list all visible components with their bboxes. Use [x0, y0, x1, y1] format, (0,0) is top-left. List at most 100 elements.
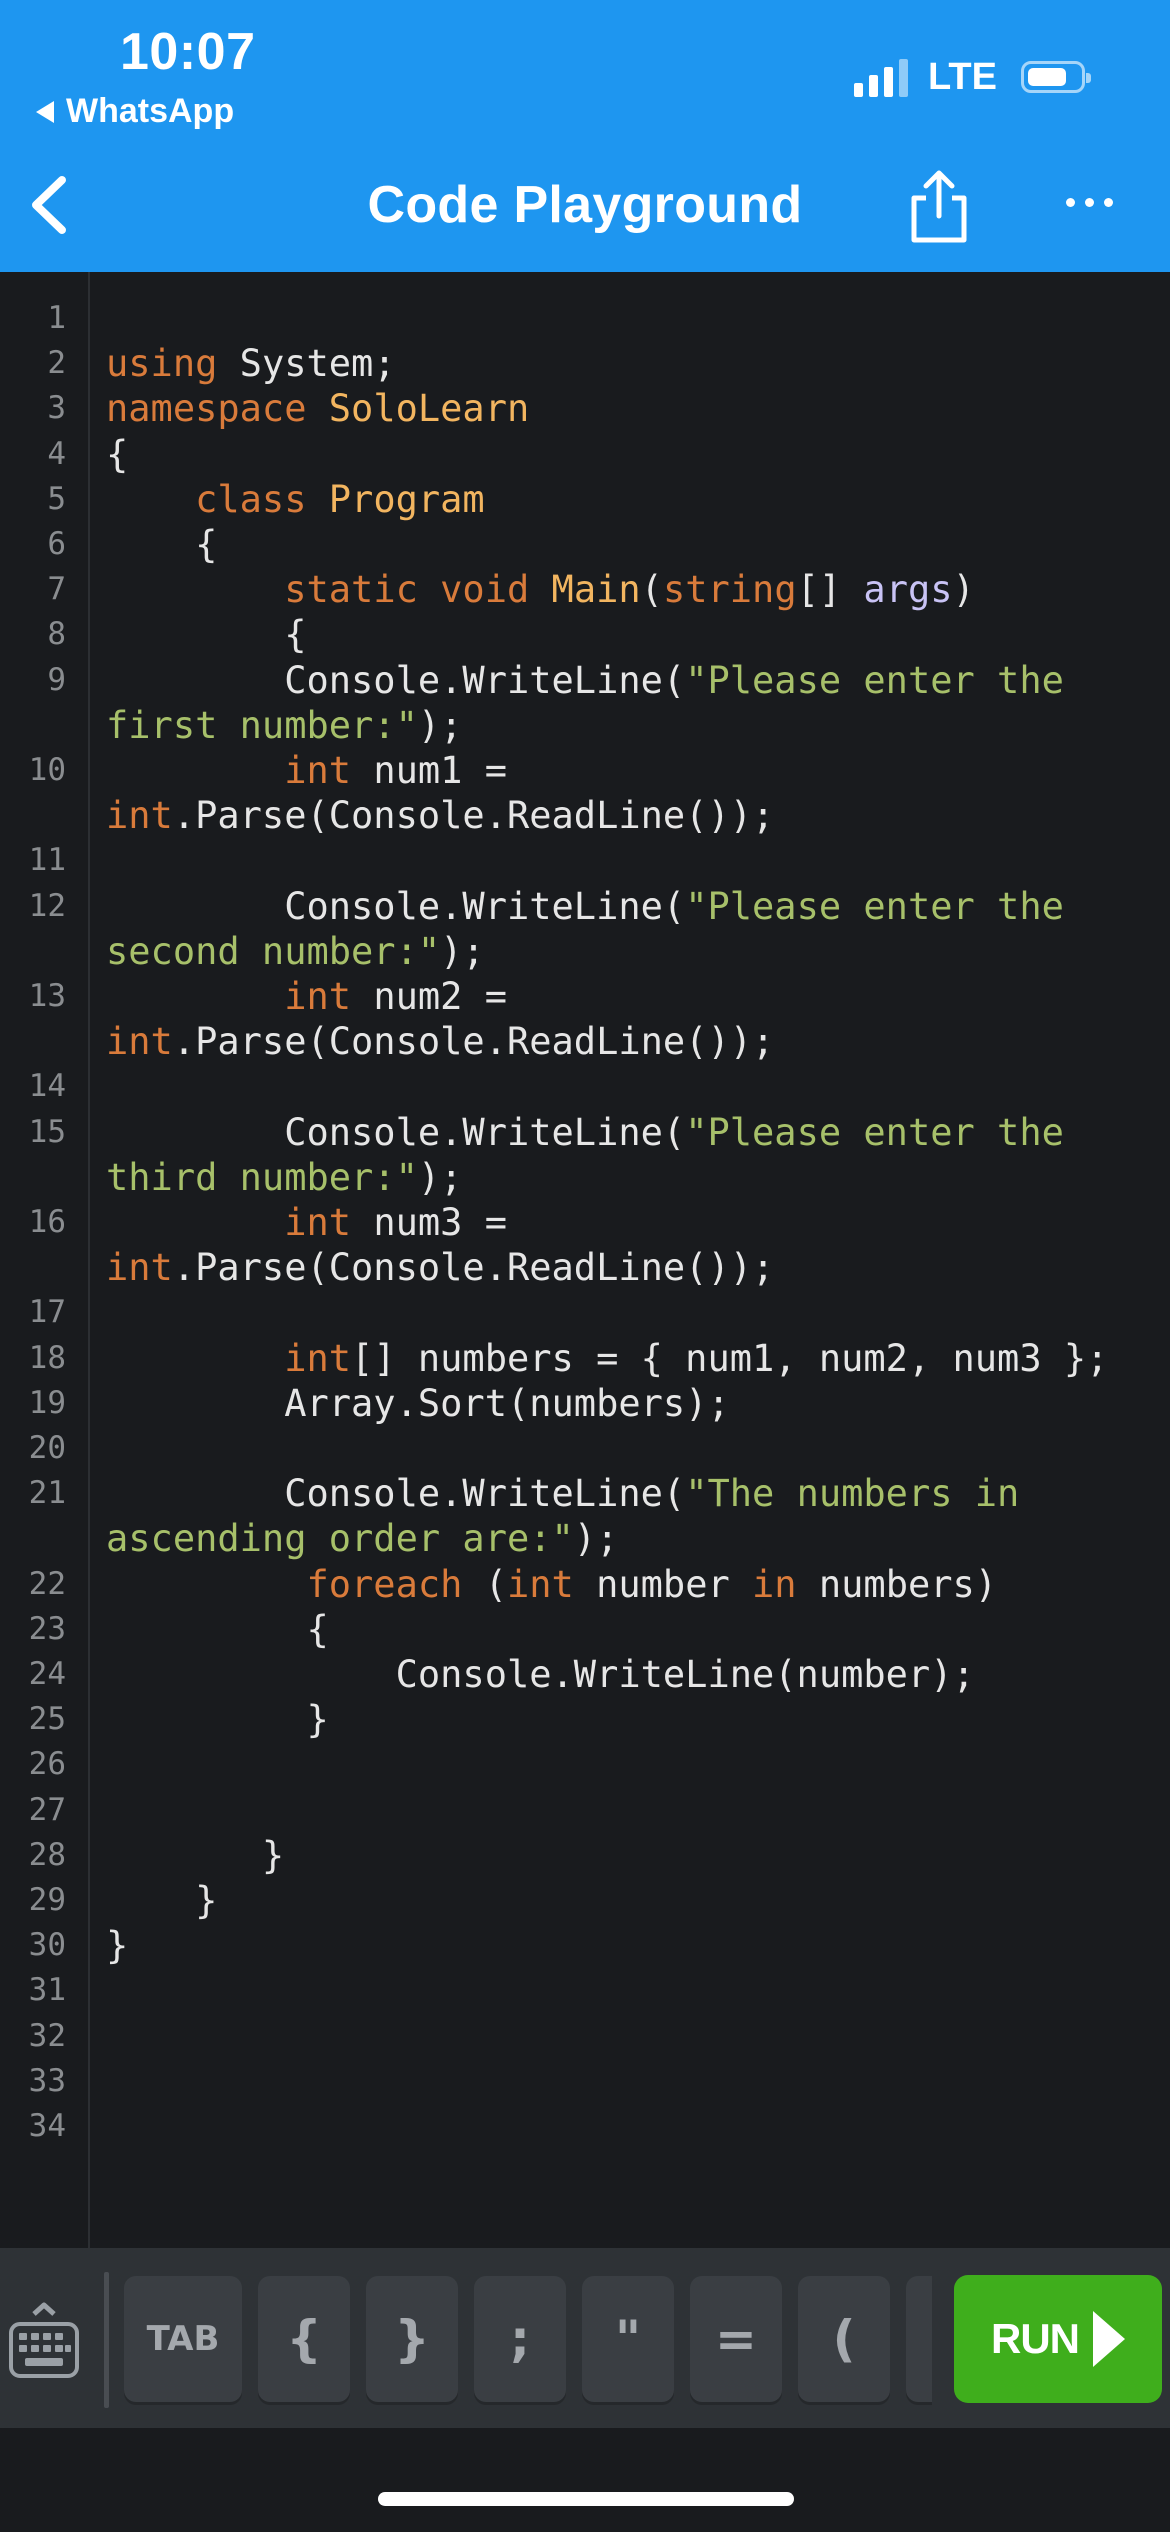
- code-text[interactable]: namespace SoloLearn: [106, 386, 529, 431]
- code-line[interactable]: 19 Array.Sort(numbers);: [0, 1381, 1170, 1426]
- code-text[interactable]: {: [106, 522, 217, 567]
- code-line[interactable]: 13 int num2 =: [0, 974, 1170, 1019]
- run-button[interactable]: RUN: [954, 2275, 1162, 2403]
- code-line[interactable]: 14: [0, 1064, 1170, 1109]
- code-line[interactable]: 12 Console.WriteLine("Please enter the: [0, 884, 1170, 929]
- code-line[interactable]: 29 }: [0, 1878, 1170, 1923]
- code-text[interactable]: }: [106, 1878, 217, 1923]
- close-brace-key[interactable]: }: [366, 2276, 458, 2402]
- code-token: );: [440, 929, 485, 973]
- open-brace-key[interactable]: {: [258, 2276, 350, 2402]
- code-text[interactable]: Console.WriteLine("Please enter the: [106, 658, 1064, 703]
- code-line[interactable]: int.Parse(Console.ReadLine());: [0, 793, 1170, 838]
- code-line[interactable]: third number:");: [0, 1155, 1170, 1200]
- code-line[interactable]: 1: [0, 296, 1170, 341]
- code-text[interactable]: int.Parse(Console.ReadLine());: [106, 1019, 774, 1064]
- code-text[interactable]: {: [106, 432, 128, 477]
- code-line[interactable]: 24 Console.WriteLine(number);: [0, 1652, 1170, 1697]
- code-line[interactable]: 16 int num3 =: [0, 1200, 1170, 1245]
- code-text[interactable]: Array.Sort(numbers);: [106, 1381, 730, 1426]
- code-line[interactable]: 15 Console.WriteLine("Please enter the: [0, 1110, 1170, 1155]
- code-line[interactable]: 28 }: [0, 1833, 1170, 1878]
- code-line[interactable]: 22 foreach (int number in numbers): [0, 1562, 1170, 1607]
- code-line[interactable]: 23 {: [0, 1607, 1170, 1652]
- code-line[interactable]: 6 {: [0, 522, 1170, 567]
- code-text[interactable]: int.Parse(Console.ReadLine());: [106, 793, 774, 838]
- line-number: 32: [28, 2017, 66, 2054]
- line-number: 7: [47, 571, 66, 608]
- code-text[interactable]: Console.WriteLine("The numbers in: [106, 1471, 1019, 1516]
- code-token: int: [106, 1020, 173, 1064]
- code-text[interactable]: int num1 =: [106, 748, 507, 793]
- line-number: 34: [28, 2108, 66, 2144]
- code-line[interactable]: int.Parse(Console.ReadLine());: [0, 1245, 1170, 1290]
- code-line[interactable]: 8 {: [0, 612, 1170, 657]
- code-text[interactable]: {: [106, 1607, 328, 1652]
- semicolon-key[interactable]: ;: [474, 2276, 566, 2402]
- code-text[interactable]: third number:");: [106, 1155, 462, 1200]
- code-line[interactable]: first number:");: [0, 703, 1170, 748]
- code-text[interactable]: int num3 =: [106, 1200, 507, 1245]
- code-text[interactable]: ascending order are:");: [106, 1516, 618, 1561]
- code-line[interactable]: 31: [0, 1968, 1170, 2013]
- code-line[interactable]: 32: [0, 2014, 1170, 2059]
- home-indicator[interactable]: [378, 2492, 794, 2506]
- line-number: 28: [28, 1836, 66, 1873]
- back-to-app-link[interactable]: WhatsApp: [36, 92, 234, 131]
- code-line[interactable]: 5 class Program: [0, 477, 1170, 522]
- code-text[interactable]: {: [106, 612, 306, 657]
- code-token: int: [284, 1201, 352, 1244]
- code-line[interactable]: 30}: [0, 1923, 1170, 1968]
- code-line[interactable]: 4{: [0, 432, 1170, 477]
- toolbar-divider: [104, 2272, 109, 2408]
- code-text[interactable]: int.Parse(Console.ReadLine());: [106, 1245, 774, 1290]
- code-line[interactable]: ascending order are:");: [0, 1516, 1170, 1561]
- code-text[interactable]: int[] numbers = { num1, num2, num3 };: [106, 1336, 1108, 1381]
- partial-key[interactable]: [906, 2276, 932, 2402]
- code-text[interactable]: static void Main(string[] args): [106, 567, 975, 612]
- code-line[interactable]: 17: [0, 1290, 1170, 1335]
- code-line[interactable]: second number:");: [0, 929, 1170, 974]
- code-text[interactable]: Console.WriteLine(number);: [106, 1652, 975, 1697]
- code-text[interactable]: }: [106, 1697, 328, 1742]
- open-paren-key[interactable]: (: [798, 2276, 890, 2402]
- code-line[interactable]: 2 using System;: [0, 341, 1170, 386]
- code-line[interactable]: 18 int[] numbers = { num1, num2, num3 };: [0, 1336, 1170, 1381]
- code-token: );: [573, 1517, 619, 1561]
- code-text[interactable]: using System;: [106, 341, 396, 386]
- code-line[interactable]: 25 }: [0, 1697, 1170, 1742]
- code-text[interactable]: int num2 =: [106, 974, 507, 1019]
- code-line[interactable]: 21 Console.WriteLine("The numbers in: [0, 1471, 1170, 1516]
- more-icon[interactable]: [1066, 192, 1122, 212]
- line-number: 4: [47, 435, 66, 472]
- code-line[interactable]: 26: [0, 1742, 1170, 1787]
- code-line[interactable]: 33: [0, 2059, 1170, 2104]
- code-line[interactable]: int.Parse(Console.ReadLine());: [0, 1019, 1170, 1064]
- code-text[interactable]: second number:");: [106, 929, 485, 974]
- keyboard-icon[interactable]: [8, 2300, 80, 2382]
- code-text[interactable]: class Program: [106, 477, 485, 522]
- tab-key[interactable]: TAB: [124, 2276, 242, 2402]
- code-text[interactable]: foreach (int number in numbers): [106, 1562, 997, 1607]
- equals-key[interactable]: =: [690, 2276, 782, 2402]
- code-line[interactable]: 9 Console.WriteLine("Please enter the: [0, 658, 1170, 703]
- code-line[interactable]: 34: [0, 2104, 1170, 2149]
- code-text[interactable]: Console.WriteLine("Please enter the: [106, 884, 1064, 929]
- code-text[interactable]: Console.WriteLine("Please enter the: [106, 1110, 1064, 1155]
- code-text[interactable]: }: [106, 1923, 128, 1968]
- code-text[interactable]: }: [106, 1833, 284, 1878]
- code-text[interactable]: first number:");: [106, 703, 462, 748]
- code-line[interactable]: 11: [0, 838, 1170, 883]
- quote-key[interactable]: ": [582, 2276, 674, 2402]
- share-icon[interactable]: [906, 168, 972, 244]
- code-line[interactable]: 20: [0, 1426, 1170, 1471]
- code-editor[interactable]: 1 2 using System; 3 namespace SoloLearn 4{5 c…: [0, 272, 1170, 2248]
- code-line[interactable]: 10 int num1 =: [0, 748, 1170, 793]
- back-app-name: WhatsApp: [66, 92, 235, 130]
- code-line[interactable]: 3 namespace SoloLearn: [0, 386, 1170, 431]
- code-line[interactable]: 7 static void Main(string[] args): [0, 567, 1170, 612]
- code-line[interactable]: 27: [0, 1788, 1170, 1833]
